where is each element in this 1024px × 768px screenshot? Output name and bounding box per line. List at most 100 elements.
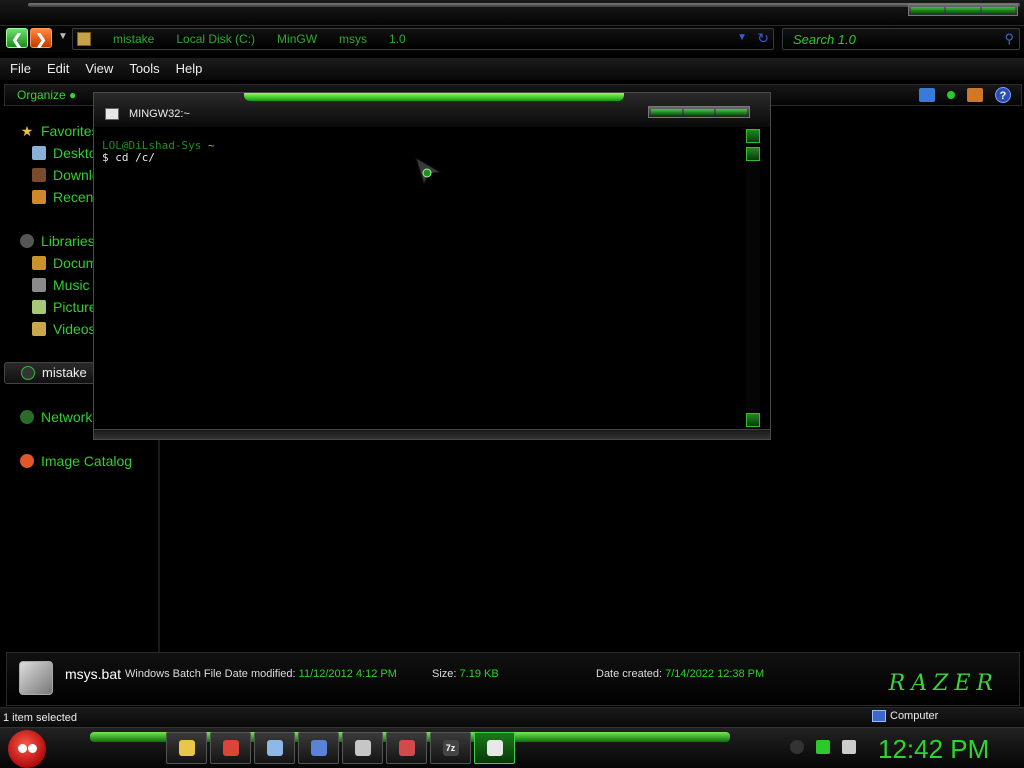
breadcrumb-mistake[interactable]: mistake xyxy=(113,32,154,46)
taskbar-archive-button[interactable] xyxy=(386,732,427,764)
address-bar[interactable]: mistake Local Disk (C:) MinGW msys 1.0 ▼… xyxy=(72,28,774,50)
taskbar-terminal-button[interactable] xyxy=(474,732,515,764)
sidebar-label: mistake xyxy=(42,365,87,380)
console-app-icon[interactable] xyxy=(105,108,119,120)
sidebar-label: Network xyxy=(41,409,93,425)
action-center-icon[interactable] xyxy=(816,740,830,754)
monitor-icon xyxy=(310,740,327,756)
view-options-icon[interactable] xyxy=(919,88,935,102)
sidebar-favorites[interactable]: ★ Favorites xyxy=(20,123,99,139)
file-type-and-modified: Windows Batch File Date modified: 11/12/… xyxy=(125,668,397,680)
start-button[interactable] xyxy=(8,730,46,768)
videos-icon xyxy=(32,322,46,336)
mouse-cursor-icon xyxy=(415,156,442,186)
breadcrumb-mingw[interactable]: MinGW xyxy=(277,32,317,46)
documents-icon xyxy=(32,256,46,270)
downloads-icon xyxy=(32,168,46,182)
console-titlebar[interactable]: MINGW32:~ xyxy=(94,93,770,127)
menu-view[interactable]: View xyxy=(77,58,121,80)
network-icon xyxy=(20,410,34,424)
organize-button[interactable]: Organize ● xyxy=(17,88,76,102)
status-bar: 1 item selected Computer xyxy=(0,707,1024,727)
preview-pane-icon[interactable] xyxy=(967,88,983,102)
menu-help[interactable]: Help xyxy=(168,58,211,80)
search-icon[interactable]: ⚲ xyxy=(1004,31,1014,47)
console-title: MINGW32:~ xyxy=(129,108,190,120)
refresh-icon[interactable]: ↻ xyxy=(757,30,769,47)
titlebar-glow xyxy=(244,93,624,101)
minimize-button[interactable] xyxy=(911,7,945,13)
console-minimize-button[interactable] xyxy=(651,109,682,115)
file-created: Date created: 7/14/2022 12:38 PM xyxy=(596,668,764,680)
tools-icon xyxy=(354,740,371,756)
start-eye-right xyxy=(28,744,37,753)
taskbar: 7z 12:42 PM xyxy=(0,727,1024,768)
file-type: Windows Batch File xyxy=(125,668,222,680)
sidebar-libraries[interactable]: Libraries xyxy=(20,233,95,249)
razer-logo: RAZER xyxy=(888,671,999,696)
taskbar-7zip-button[interactable]: 7z xyxy=(430,732,471,764)
console-close-button[interactable] xyxy=(716,109,748,115)
sidebar-network[interactable]: Network xyxy=(20,409,92,425)
location-status: Computer xyxy=(872,710,938,722)
recent-pages-dropdown[interactable]: ▼ xyxy=(58,31,68,42)
menu-tools[interactable]: Tools xyxy=(121,58,167,80)
organize-dropdown-icon: ● xyxy=(69,88,77,102)
start-eye-left xyxy=(18,744,27,753)
back-button[interactable]: ❮ xyxy=(6,28,28,48)
console-maximize-button[interactable] xyxy=(683,109,715,115)
pictures-icon xyxy=(32,300,46,314)
maximize-button[interactable] xyxy=(946,7,980,13)
menu-bar: File Edit View Tools Help xyxy=(0,58,1024,80)
window-controls[interactable] xyxy=(908,4,1018,16)
folder-icon xyxy=(77,32,91,46)
size-value: 7.19 KB xyxy=(459,668,499,680)
sidebar-label: Videos xyxy=(53,321,96,337)
scroll-down-button[interactable] xyxy=(746,413,760,427)
sidebar-image-catalog[interactable]: Image Catalog xyxy=(20,453,132,469)
menu-file[interactable]: File xyxy=(2,58,39,80)
scroll-up-button[interactable] xyxy=(746,129,760,143)
music-icon xyxy=(32,278,46,292)
menu-edit[interactable]: Edit xyxy=(39,58,77,80)
scroll-thumb[interactable] xyxy=(746,147,760,161)
forward-button[interactable]: ❯ xyxy=(30,28,52,48)
prompt-directory: ~ xyxy=(207,139,215,152)
address-dropdown-icon[interactable]: ▼ xyxy=(737,32,747,43)
sidebar-label: Libraries xyxy=(41,233,95,249)
7zip-icon: 7z xyxy=(442,740,459,756)
location-label: Computer xyxy=(890,710,939,722)
breadcrumb-msys[interactable]: msys xyxy=(339,32,367,46)
selection-status: 1 item selected xyxy=(3,712,77,724)
recent-places-icon xyxy=(32,190,46,204)
help-icon[interactable]: ? xyxy=(995,87,1011,103)
star-icon: ★ xyxy=(20,123,34,139)
libraries-icon xyxy=(20,234,34,248)
taskbar-chrome-button[interactable] xyxy=(210,732,251,764)
taskbar-tools-button[interactable] xyxy=(342,732,383,764)
mingw-console-window[interactable]: MINGW32:~ LOL@DiLshad-Sys ~ $ cd /c/ xyxy=(93,92,771,440)
tray-arrow-icon[interactable] xyxy=(790,740,804,754)
date-created-label: Date created: xyxy=(596,668,663,680)
breadcrumb-1-0[interactable]: 1.0 xyxy=(389,32,406,46)
search-input[interactable]: Search 1.0 ⚲ xyxy=(782,28,1020,50)
close-button[interactable] xyxy=(981,7,1015,13)
notepad-icon xyxy=(266,740,283,756)
console-window-controls[interactable] xyxy=(648,106,750,118)
taskbar-notepad-button[interactable] xyxy=(254,732,295,764)
taskbar-explorer-button[interactable] xyxy=(166,732,207,764)
search-placeholder: Search 1.0 xyxy=(793,32,856,47)
view-dropdown-icon[interactable] xyxy=(947,91,955,99)
breadcrumb-local-disk[interactable]: Local Disk (C:) xyxy=(176,32,255,46)
date-created-value: 7/14/2022 12:38 PM xyxy=(665,668,765,680)
sidebar-label: Favorites xyxy=(41,123,99,139)
chrome-icon xyxy=(222,740,239,756)
batch-file-icon xyxy=(19,661,53,695)
volume-icon[interactable] xyxy=(842,740,856,754)
computer-icon xyxy=(872,710,886,722)
console-scrollbar[interactable] xyxy=(746,127,760,429)
taskbar-monitor-button[interactable] xyxy=(298,732,339,764)
image-catalog-icon xyxy=(20,454,34,468)
archive-icon xyxy=(398,740,415,756)
clock[interactable]: 12:42 PM xyxy=(878,734,989,765)
